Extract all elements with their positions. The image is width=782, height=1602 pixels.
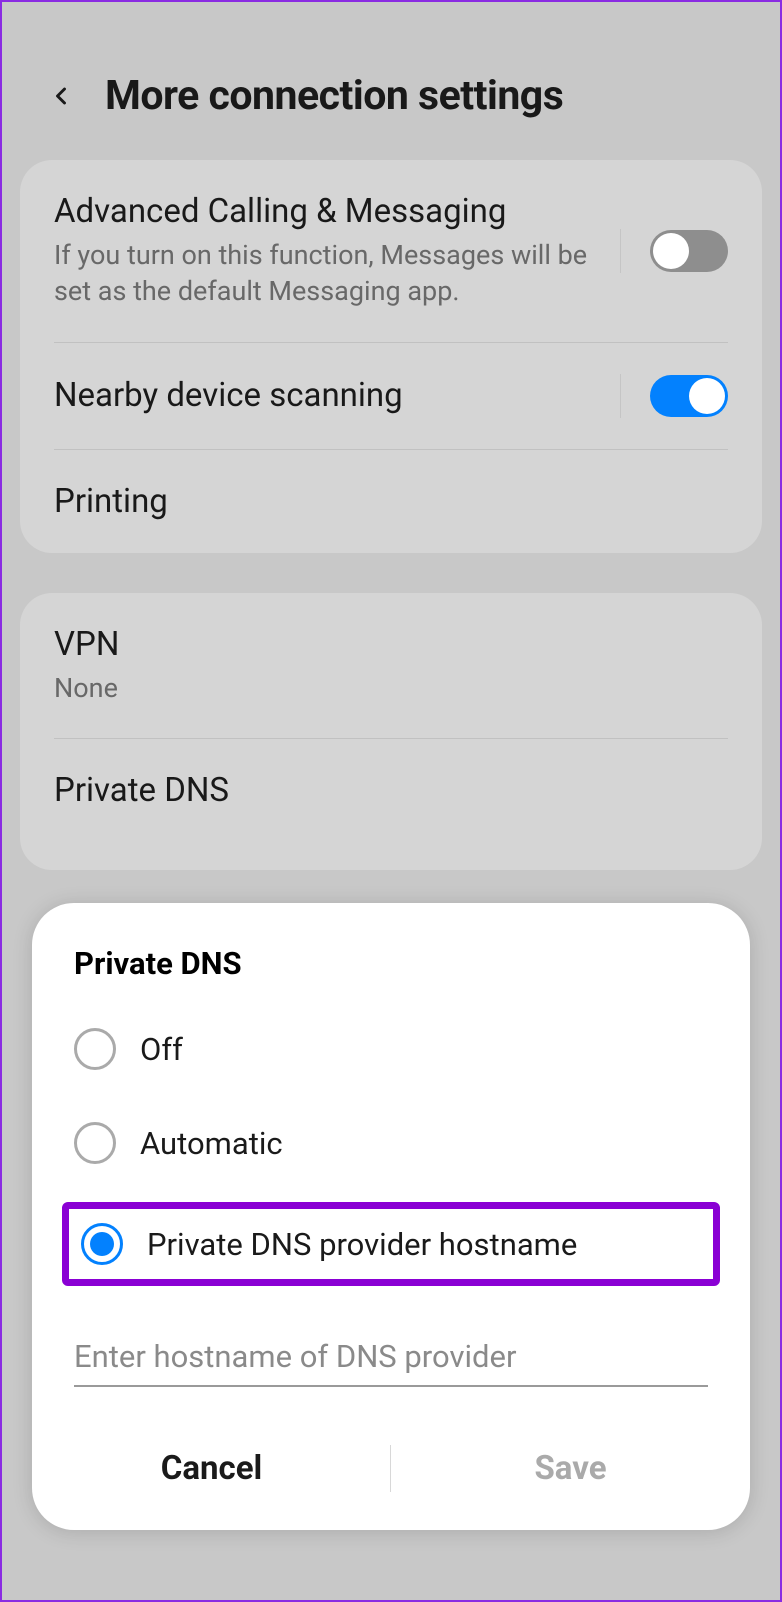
radio-icon: [74, 1028, 116, 1070]
option-label: Automatic: [140, 1125, 283, 1162]
toggle-nearby-scanning[interactable]: [650, 375, 728, 417]
option-label: Off: [140, 1031, 183, 1068]
dialog-title: Private DNS: [32, 945, 750, 1002]
option-label: Private DNS provider hostname: [147, 1226, 577, 1263]
option-automatic[interactable]: Automatic: [32, 1096, 750, 1190]
private-dns-dialog: Private DNS Off Automatic Private DNS pr…: [32, 903, 750, 1530]
save-button[interactable]: Save: [391, 1427, 750, 1510]
option-hostname-highlighted[interactable]: Private DNS provider hostname: [62, 1202, 720, 1286]
cancel-button[interactable]: Cancel: [32, 1427, 391, 1510]
radio-icon: [81, 1223, 123, 1265]
radio-icon: [74, 1122, 116, 1164]
dialog-actions: Cancel Save: [32, 1427, 750, 1510]
dns-hostname-input[interactable]: [74, 1328, 708, 1387]
option-off[interactable]: Off: [32, 1002, 750, 1096]
toggle-advanced-calling[interactable]: [650, 230, 728, 272]
